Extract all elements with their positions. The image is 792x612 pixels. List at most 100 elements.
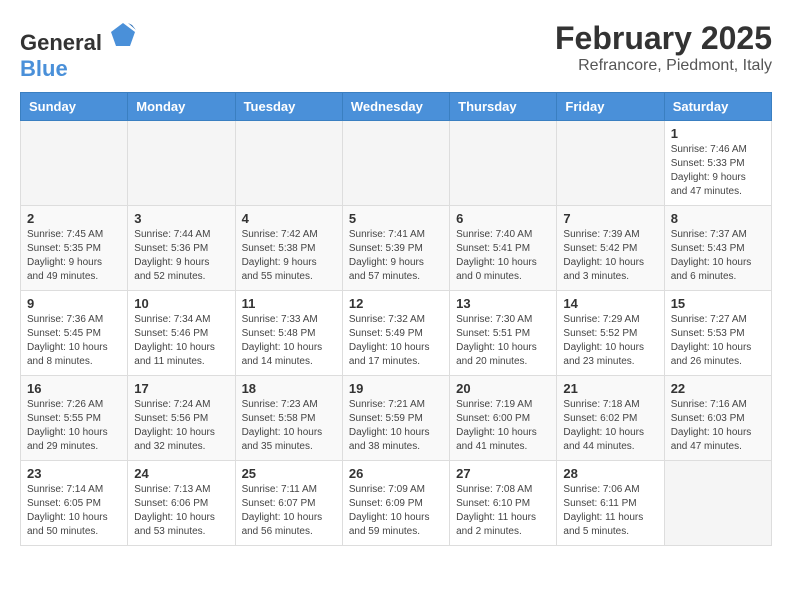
week-row-0: 1 Sunrise: 7:46 AMSunset: 5:33 PMDaylight… bbox=[21, 121, 772, 206]
day-number: 7 bbox=[563, 211, 657, 226]
day-info: Sunrise: 7:45 AMSunset: 5:35 PMDaylight:… bbox=[27, 228, 121, 284]
calendar-cell: 21 Sunrise: 7:18 AMSunset: 6:02 PMDayligh… bbox=[557, 376, 664, 461]
week-row-4: 23 Sunrise: 7:14 AMSunset: 6:05 PMDayligh… bbox=[21, 461, 772, 546]
calendar-cell bbox=[664, 461, 771, 546]
day-info: Sunrise: 7:16 AMSunset: 6:03 PMDaylight:… bbox=[671, 398, 765, 454]
calendar-cell bbox=[128, 121, 235, 206]
day-info: Sunrise: 7:09 AMSunset: 6:09 PMDaylight:… bbox=[349, 483, 443, 539]
day-number: 26 bbox=[349, 466, 443, 481]
header: General Blue February 2025 Refrancore, P… bbox=[20, 20, 772, 82]
day-number: 18 bbox=[242, 381, 336, 396]
logo-blue: Blue bbox=[20, 56, 68, 81]
calendar-cell: 26 Sunrise: 7:09 AMSunset: 6:09 PMDayligh… bbox=[342, 461, 449, 546]
day-number: 23 bbox=[27, 466, 121, 481]
day-info: Sunrise: 7:27 AMSunset: 5:53 PMDaylight:… bbox=[671, 313, 765, 369]
calendar-cell: 8 Sunrise: 7:37 AMSunset: 5:43 PMDaylight… bbox=[664, 206, 771, 291]
logo-general: General bbox=[20, 30, 102, 55]
day-info: Sunrise: 7:39 AMSunset: 5:42 PMDaylight:… bbox=[563, 228, 657, 284]
day-info: Sunrise: 7:37 AMSunset: 5:43 PMDaylight:… bbox=[671, 228, 765, 284]
week-row-2: 9 Sunrise: 7:36 AMSunset: 5:45 PMDaylight… bbox=[21, 291, 772, 376]
day-info: Sunrise: 7:23 AMSunset: 5:58 PMDaylight:… bbox=[242, 398, 336, 454]
calendar-cell: 4Sunrise: 7:42 AMSunset: 5:38 PMDaylight… bbox=[235, 206, 342, 291]
day-header-sunday: Sunday bbox=[21, 93, 128, 121]
logo-icon bbox=[108, 20, 138, 50]
day-info: Sunrise: 7:11 AMSunset: 6:07 PMDaylight:… bbox=[242, 483, 336, 539]
calendar-cell: 11 Sunrise: 7:33 AMSunset: 5:48 PMDayligh… bbox=[235, 291, 342, 376]
day-info: Sunrise: 7:06 AMSunset: 6:11 PMDaylight:… bbox=[563, 483, 657, 539]
day-number: 9 bbox=[27, 296, 121, 311]
calendar-cell: 2 Sunrise: 7:45 AMSunset: 5:35 PMDaylight… bbox=[21, 206, 128, 291]
logo: General Blue bbox=[20, 20, 138, 82]
day-info: Sunrise: 7:40 AMSunset: 5:41 PMDaylight:… bbox=[456, 228, 550, 284]
day-header-monday: Monday bbox=[128, 93, 235, 121]
calendar-cell bbox=[557, 121, 664, 206]
day-number: 14 bbox=[563, 296, 657, 311]
calendar-cell bbox=[342, 121, 449, 206]
day-number: 15 bbox=[671, 296, 765, 311]
calendar-title: February 2025 bbox=[555, 20, 772, 57]
calendar-cell bbox=[450, 121, 557, 206]
calendar-cell: 23 Sunrise: 7:14 AMSunset: 6:05 PMDayligh… bbox=[21, 461, 128, 546]
calendar-cell: 16 Sunrise: 7:26 AMSunset: 5:55 PMDayligh… bbox=[21, 376, 128, 461]
day-header-thursday: Thursday bbox=[450, 93, 557, 121]
calendar-cell: 24Sunrise: 7:13 AMSunset: 6:06 PMDayligh… bbox=[128, 461, 235, 546]
day-info: Sunrise: 7:33 AMSunset: 5:48 PMDaylight:… bbox=[242, 313, 336, 369]
day-number: 8 bbox=[671, 211, 765, 226]
day-number: 10 bbox=[134, 296, 228, 311]
day-number: 12 bbox=[349, 296, 443, 311]
day-info: Sunrise: 7:24 AMSunset: 5:56 PMDaylight:… bbox=[134, 398, 228, 454]
day-number: 19 bbox=[349, 381, 443, 396]
calendar-cell: 19 Sunrise: 7:21 AMSunset: 5:59 PMDayligh… bbox=[342, 376, 449, 461]
day-info: Sunrise: 7:36 AMSunset: 5:45 PMDaylight:… bbox=[27, 313, 121, 369]
day-number: 27 bbox=[456, 466, 550, 481]
calendar-cell: 7 Sunrise: 7:39 AMSunset: 5:42 PMDaylight… bbox=[557, 206, 664, 291]
week-row-3: 16 Sunrise: 7:26 AMSunset: 5:55 PMDayligh… bbox=[21, 376, 772, 461]
calendar-cell bbox=[21, 121, 128, 206]
day-info: Sunrise: 7:44 AMSunset: 5:36 PMDaylight:… bbox=[134, 228, 228, 284]
calendar-cell: 3Sunrise: 7:44 AMSunset: 5:36 PMDaylight… bbox=[128, 206, 235, 291]
calendar-cell: 5 Sunrise: 7:41 AMSunset: 5:39 PMDaylight… bbox=[342, 206, 449, 291]
calendar-cell: 17 Sunrise: 7:24 AMSunset: 5:56 PMDayligh… bbox=[128, 376, 235, 461]
day-number: 11 bbox=[242, 296, 336, 311]
day-info: Sunrise: 7:46 AMSunset: 5:33 PMDaylight:… bbox=[671, 143, 765, 199]
day-header-friday: Friday bbox=[557, 93, 664, 121]
day-info: Sunrise: 7:21 AMSunset: 5:59 PMDaylight:… bbox=[349, 398, 443, 454]
day-number: 6 bbox=[456, 211, 550, 226]
day-number: 21 bbox=[563, 381, 657, 396]
calendar-cell: 13 Sunrise: 7:30 AMSunset: 5:51 PMDayligh… bbox=[450, 291, 557, 376]
calendar-cell: 12 Sunrise: 7:32 AMSunset: 5:49 PMDayligh… bbox=[342, 291, 449, 376]
calendar-cell: 10Sunrise: 7:34 AMSunset: 5:46 PMDayligh… bbox=[128, 291, 235, 376]
calendar-cell: 27Sunrise: 7:08 AMSunset: 6:10 PMDayligh… bbox=[450, 461, 557, 546]
calendar-subtitle: Refrancore, Piedmont, Italy bbox=[555, 57, 772, 75]
day-number: 5 bbox=[349, 211, 443, 226]
calendar-cell: 1 Sunrise: 7:46 AMSunset: 5:33 PMDaylight… bbox=[664, 121, 771, 206]
day-number: 20 bbox=[456, 381, 550, 396]
days-header-row: SundayMondayTuesdayWednesdayThursdayFrid… bbox=[21, 93, 772, 121]
day-info: Sunrise: 7:41 AMSunset: 5:39 PMDaylight:… bbox=[349, 228, 443, 284]
calendar-cell bbox=[235, 121, 342, 206]
day-header-saturday: Saturday bbox=[664, 93, 771, 121]
day-info: Sunrise: 7:32 AMSunset: 5:49 PMDaylight:… bbox=[349, 313, 443, 369]
calendar-table: SundayMondayTuesdayWednesdayThursdayFrid… bbox=[20, 92, 772, 546]
day-number: 2 bbox=[27, 211, 121, 226]
day-info: Sunrise: 7:14 AMSunset: 6:05 PMDaylight:… bbox=[27, 483, 121, 539]
day-info: Sunrise: 7:42 AMSunset: 5:38 PMDaylight:… bbox=[242, 228, 336, 284]
day-number: 16 bbox=[27, 381, 121, 396]
calendar-cell: 9 Sunrise: 7:36 AMSunset: 5:45 PMDaylight… bbox=[21, 291, 128, 376]
calendar-cell: 15 Sunrise: 7:27 AMSunset: 5:53 PMDayligh… bbox=[664, 291, 771, 376]
day-number: 1 bbox=[671, 126, 765, 141]
day-info: Sunrise: 7:18 AMSunset: 6:02 PMDaylight:… bbox=[563, 398, 657, 454]
day-number: 13 bbox=[456, 296, 550, 311]
day-info: Sunrise: 7:30 AMSunset: 5:51 PMDaylight:… bbox=[456, 313, 550, 369]
day-number: 25 bbox=[242, 466, 336, 481]
day-info: Sunrise: 7:26 AMSunset: 5:55 PMDaylight:… bbox=[27, 398, 121, 454]
day-info: Sunrise: 7:13 AMSunset: 6:06 PMDaylight:… bbox=[134, 483, 228, 539]
week-row-1: 2 Sunrise: 7:45 AMSunset: 5:35 PMDaylight… bbox=[21, 206, 772, 291]
logo-text: General Blue bbox=[20, 20, 138, 82]
calendar-cell: 22Sunrise: 7:16 AMSunset: 6:03 PMDayligh… bbox=[664, 376, 771, 461]
calendar-cell: 18 Sunrise: 7:23 AMSunset: 5:58 PMDayligh… bbox=[235, 376, 342, 461]
day-number: 17 bbox=[134, 381, 228, 396]
calendar-cell: 28Sunrise: 7:06 AMSunset: 6:11 PMDayligh… bbox=[557, 461, 664, 546]
title-section: February 2025 Refrancore, Piedmont, Ital… bbox=[555, 20, 772, 75]
calendar-cell: 25 Sunrise: 7:11 AMSunset: 6:07 PMDayligh… bbox=[235, 461, 342, 546]
